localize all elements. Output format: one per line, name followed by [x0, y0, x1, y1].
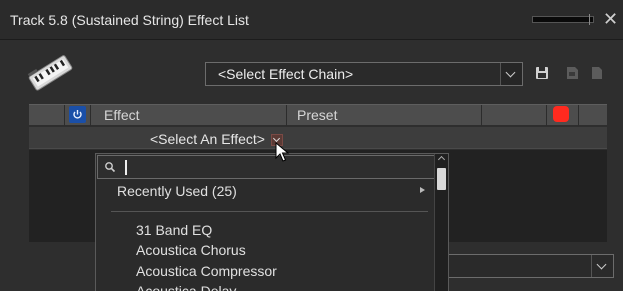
column-header-effect: Effect	[104, 107, 140, 123]
select-effect-label[interactable]: <Select An Effect>	[150, 131, 265, 147]
title-bar: Track 5.8 (Sustained String) Effect List…	[0, 0, 623, 40]
effect-list-item[interactable]: 31 Band EQ	[136, 222, 212, 238]
effect-list-item[interactable]: Acoustica Chorus	[136, 242, 246, 258]
effect-list-window: Track 5.8 (Sustained String) Effect List…	[0, 0, 623, 291]
record-button[interactable]	[553, 106, 569, 122]
header-blank-cell	[482, 105, 547, 126]
close-icon[interactable]: ✕	[603, 10, 618, 28]
secondary-select[interactable]	[445, 254, 614, 278]
power-icon	[73, 110, 82, 119]
effect-chain-select[interactable]: <Select Effect Chain>	[205, 62, 523, 86]
text-caret	[125, 160, 127, 175]
column-header-preset: Preset	[297, 107, 338, 123]
effect-chain-dropdown-button[interactable]	[500, 63, 522, 85]
mouse-cursor-icon	[275, 142, 290, 162]
effect-chain-select-label: <Select Effect Chain>	[218, 66, 354, 82]
dropdown-scrollbar[interactable]	[434, 154, 448, 291]
chevron-down-icon	[596, 259, 607, 270]
secondary-dropdown-button[interactable]	[591, 255, 613, 277]
keyboard-icon	[27, 55, 73, 91]
power-button[interactable]	[69, 106, 86, 123]
effect-search-input[interactable]	[97, 155, 435, 179]
recently-used-menu-item[interactable]: Recently Used (25)	[117, 183, 237, 199]
save-icon[interactable]	[531, 62, 553, 84]
menu-divider	[111, 211, 428, 212]
submenu-arrow-icon	[420, 187, 425, 193]
copy-icon[interactable]	[561, 62, 583, 84]
scroll-up-icon[interactable]	[437, 155, 446, 164]
search-icon	[105, 162, 116, 173]
window-title: Track 5.8 (Sustained String) Effect List	[10, 12, 249, 28]
chevron-down-icon	[272, 134, 281, 143]
effect-row	[29, 127, 607, 149]
effect-list-item[interactable]: Acoustica Delay	[136, 283, 236, 291]
chevron-down-icon	[505, 67, 516, 78]
header-spacer	[29, 105, 65, 126]
effect-list-item[interactable]: Acoustica Compressor	[136, 263, 277, 279]
level-meter	[532, 14, 594, 25]
scroll-thumb[interactable]	[437, 168, 446, 190]
document-icon[interactable]	[586, 62, 608, 84]
